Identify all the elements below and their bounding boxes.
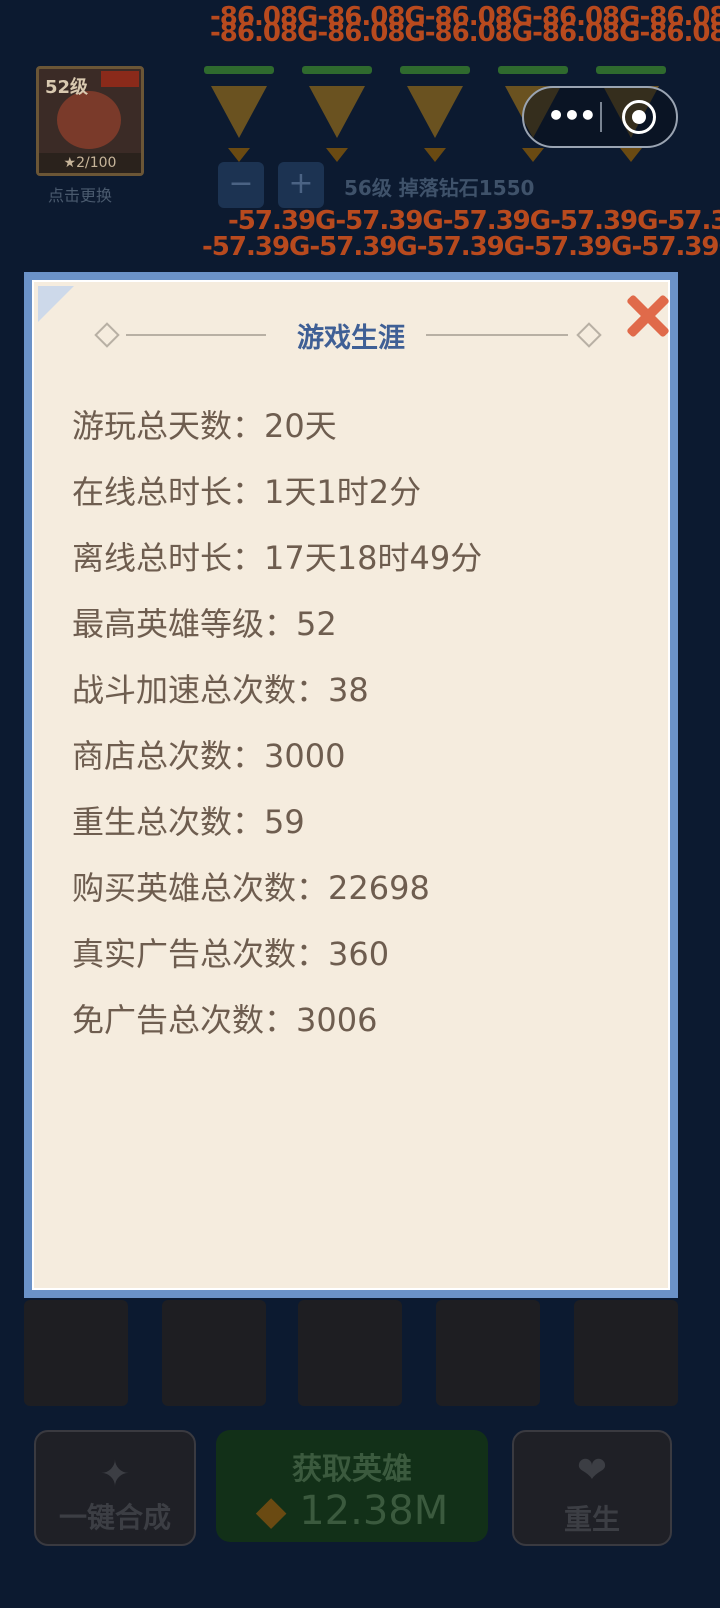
stat-separator: ：	[264, 605, 297, 643]
gem-slot	[400, 66, 470, 162]
stat-separator: ：	[232, 473, 265, 511]
hero-portrait	[57, 91, 121, 149]
diamond-icon	[326, 148, 348, 162]
stat-row: 最高英雄等级：52	[72, 596, 482, 662]
stat-value: 52	[296, 605, 337, 643]
stat-separator: ：	[232, 539, 265, 577]
stat-row: 游玩总天数：20天	[72, 398, 482, 464]
stats-list: 游玩总天数：20天 在线总时长：1天1时2分 离线总时长：17天18时49分 最…	[72, 398, 482, 1058]
stat-separator: ：	[232, 737, 265, 775]
stat-value: 360	[328, 935, 390, 973]
stat-label: 重生总次数	[72, 803, 233, 841]
dialog-panel: 游戏生涯 游玩总天数：20天 在线总时长：1天1时2分 离线总时长：17天18时…	[32, 280, 670, 1290]
hero-tag-badge	[101, 71, 139, 87]
diamond-icon	[424, 148, 446, 162]
stat-value: 17天18时49分	[264, 539, 483, 577]
stat-label: 在线总时长	[72, 473, 233, 511]
gem-slot	[204, 66, 274, 162]
change-hero-caption[interactable]: 点击更换	[48, 182, 112, 206]
hero-slot[interactable]	[574, 1300, 678, 1406]
stat-label: 免广告总次数	[72, 1001, 265, 1039]
stat-row: 重生总次数：59	[72, 794, 482, 860]
stat-row: 战斗加速总次数：38	[72, 662, 482, 728]
divider	[426, 334, 568, 336]
stat-value: 38	[328, 671, 369, 709]
stat-label: 战斗加速总次数	[72, 671, 297, 709]
stat-row: 在线总时长：1天1时2分	[72, 464, 482, 530]
more-icon[interactable]: •••	[542, 88, 600, 146]
stat-separator: ：	[264, 1001, 297, 1039]
hero-slot[interactable]	[298, 1300, 402, 1406]
level-plus-button[interactable]: +	[278, 162, 324, 208]
stat-row: 离线总时长：17天18时49分	[72, 530, 482, 596]
diamond-icon: ◆	[255, 1488, 287, 1534]
stat-separator: ：	[296, 935, 329, 973]
rebirth-button[interactable]: ❤ 重生	[512, 1430, 672, 1546]
damage-number-text: -86.08G-86.08G-86.08G-86.08G-86.08G	[210, 18, 720, 48]
hero-slot[interactable]	[436, 1300, 540, 1406]
capsule-divider	[600, 102, 602, 132]
one-click-merge-button[interactable]: ✦ 一键合成	[34, 1430, 196, 1546]
stat-label: 真实广告总次数	[72, 935, 297, 973]
get-hero-button[interactable]: 获取英雄 ◆ 12.38M	[216, 1430, 488, 1542]
drop-info-text: 56级 掉落钻石1550	[344, 176, 535, 200]
hero-xp: ★2/100	[39, 153, 141, 173]
gem-cone-icon	[211, 86, 267, 138]
sparkle-icon: ✦	[99, 1454, 131, 1495]
stat-separator: ：	[232, 407, 265, 445]
close-icon[interactable]	[624, 292, 672, 340]
gem-cone-icon	[309, 86, 365, 138]
stat-separator: ：	[232, 803, 265, 841]
stat-separator: ：	[296, 671, 329, 709]
stat-value: 3000	[264, 737, 346, 775]
hero-slot[interactable]	[24, 1300, 128, 1406]
stat-row: 免广告总次数：3006	[72, 992, 482, 1058]
diamond-icon	[522, 148, 544, 162]
stat-row: 商店总次数：3000	[72, 728, 482, 794]
diamond-icon	[620, 148, 642, 162]
hero-avatar-card[interactable]: 52级 ★2/100	[36, 66, 144, 176]
diamond-icon	[228, 148, 250, 162]
gem-cone-icon	[407, 86, 463, 138]
gem-slot	[302, 66, 372, 162]
miniprogram-capsule: •••	[522, 86, 678, 148]
get-hero-cost: 12.38M	[299, 1488, 449, 1534]
stat-label: 游玩总天数	[72, 407, 233, 445]
stat-label: 最高英雄等级	[72, 605, 265, 643]
hero-slot[interactable]	[162, 1300, 266, 1406]
dialog-title: 游戏生涯	[297, 323, 405, 354]
damage-number-text: -57.39G-57.39G-57.39G-57.39G-57.39G	[202, 232, 720, 262]
stat-value: 22698	[328, 869, 430, 907]
stat-value: 20天	[264, 407, 337, 445]
stat-label: 商店总次数	[72, 737, 233, 775]
level-minus-button[interactable]: −	[218, 162, 264, 208]
hero-level: 52级	[45, 77, 89, 98]
stat-label: 购买英雄总次数	[72, 869, 297, 907]
stat-row: 真实广告总次数：360	[72, 926, 482, 992]
get-hero-label: 获取英雄	[292, 1452, 412, 1487]
dialog-header: 游戏生涯	[34, 312, 668, 356]
rebirth-label: 重生	[563, 1503, 620, 1536]
stat-label: 离线总时长	[72, 539, 233, 577]
stat-value: 59	[264, 803, 305, 841]
stat-value: 3006	[296, 1001, 378, 1039]
heart-hands-icon: ❤	[576, 1450, 608, 1491]
merge-label: 一键合成	[58, 1501, 171, 1534]
stat-separator: ：	[296, 869, 329, 907]
stat-row: 购买英雄总次数：22698	[72, 860, 482, 926]
close-miniprogram-icon[interactable]	[622, 100, 656, 134]
stat-value: 1天1时2分	[264, 473, 422, 511]
career-stats-dialog: 游戏生涯 游玩总天数：20天 在线总时长：1天1时2分 离线总时长：17天18时…	[24, 272, 678, 1298]
